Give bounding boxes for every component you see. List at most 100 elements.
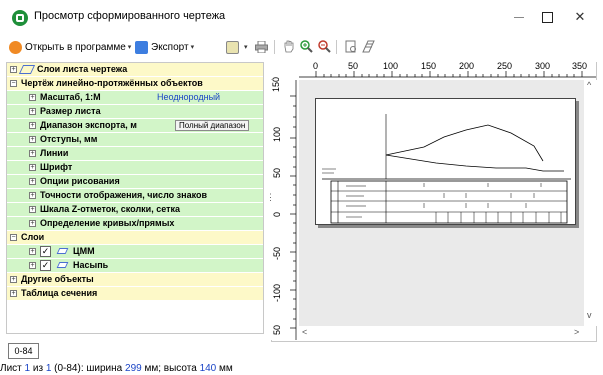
zoom-in-icon[interactable] — [299, 39, 314, 54]
export-button[interactable]: Экспорт ▾ — [135, 39, 194, 55]
expand-icon[interactable]: + — [29, 248, 36, 255]
tree-item-label: Масштаб, 1:М — [40, 92, 101, 102]
chevron-down-icon: ▾ — [190, 44, 195, 51]
ruler-tick-label: 0 — [313, 61, 319, 71]
expand-icon[interactable]: + — [29, 206, 36, 213]
scroll-right-icon[interactable]: > — [574, 327, 579, 337]
zoom-out-icon[interactable] — [317, 39, 332, 54]
ruler-tick-label: 50 — [272, 167, 282, 178]
scroll-down-icon[interactable]: v — [587, 310, 592, 320]
collapse-icon[interactable]: − — [10, 234, 17, 241]
toolbar-divider — [336, 40, 337, 54]
ruler-tick-label: -50 — [272, 246, 282, 260]
vertical-ruler: 150 100 50 0 -50 -100 50 — [271, 76, 298, 340]
status-height-value: 140 — [199, 363, 217, 374]
panel-splitter[interactable]: ⋮ — [266, 193, 275, 209]
expand-icon[interactable]: + — [29, 164, 36, 171]
tree-item-label: ЦММ — [73, 246, 95, 256]
expand-icon[interactable]: + — [10, 276, 17, 283]
ruler-tick-label: 150 — [271, 76, 281, 92]
open-in-program-label: Открыть в программе — [25, 41, 126, 53]
tree-item-linear-drawing[interactable]: − Чертёж линейно-протяжённых объектов — [7, 77, 263, 90]
export-label: Экспорт — [151, 41, 189, 53]
tree-item-label: Шкала Z-отметок, сколки, сетка — [40, 204, 181, 214]
tree-item-sheet-layers[interactable]: + Слои листа чертежа — [7, 63, 263, 76]
expand-icon[interactable]: + — [29, 262, 36, 269]
surface-icon — [56, 262, 69, 268]
tree-item-export-range[interactable]: + Диапазон экспорта, м Полный диапазон — [7, 119, 263, 132]
grid-icon[interactable] — [361, 39, 376, 54]
tree-item-label: Слои — [21, 232, 45, 242]
property-tree: + Слои листа чертежа − Чертёж линейно-пр… — [6, 62, 264, 334]
vertical-scrollbar[interactable]: ^ v — [584, 80, 597, 326]
status-unit: мм — [216, 363, 233, 374]
tree-item-curve-detection[interactable]: + Определение кривых/прямых — [7, 217, 263, 230]
tree-item-label: Другие объекты — [21, 274, 94, 284]
sheet-tab[interactable]: 0-84 — [8, 343, 39, 359]
tree-item-label: Точности отображения, число знаков — [40, 190, 207, 200]
status-prefix: Лист — [0, 363, 25, 374]
tree-item-sheet-size[interactable]: + Размер листа — [7, 105, 263, 118]
ruler-tick-label: 0 — [272, 211, 282, 217]
layer-visibility-checkbox[interactable]: ✓ — [40, 246, 51, 257]
expand-icon[interactable]: + — [29, 150, 36, 157]
ruler-tick-label: 100 — [272, 126, 282, 142]
title-bar: Просмотр сформированного чертежа ✕ — [0, 0, 603, 34]
tree-item-indents[interactable]: + Отступы, мм — [7, 133, 263, 146]
tree-item-layers[interactable]: − Слои — [7, 231, 263, 244]
status-width-value: 299 — [125, 363, 142, 374]
tree-item-label: Слои листа чертежа — [37, 64, 128, 74]
tree-item-font[interactable]: + Шрифт — [7, 161, 263, 174]
close-button[interactable]: ✕ — [560, 6, 600, 28]
app-icon — [12, 10, 28, 26]
expand-icon[interactable]: + — [29, 220, 36, 227]
tree-item-lines[interactable]: + Линии — [7, 147, 263, 160]
expand-icon[interactable]: + — [29, 192, 36, 199]
print-icon[interactable] — [254, 39, 269, 54]
chevron-down-icon: ▾ — [127, 44, 132, 51]
expand-icon[interactable]: + — [29, 136, 36, 143]
hand-icon[interactable] — [281, 39, 296, 54]
toolbar: Открыть в программе ▾ Экспорт ▾ ▾ — [0, 36, 603, 58]
expand-icon[interactable]: + — [29, 122, 36, 129]
tree-item-layer-embankment[interactable]: + ✓ Насыпь — [7, 259, 263, 272]
tree-item-section-table[interactable]: + Таблица сечения — [7, 287, 263, 300]
scale-value[interactable]: Неоднородный — [157, 91, 220, 104]
ruler-tick-label: 300 — [535, 61, 551, 71]
brush-icon — [226, 40, 239, 54]
tree-item-label: Диапазон экспорта, м — [40, 120, 137, 130]
tree-item-label: Таблица сечения — [21, 288, 98, 298]
scroll-up-icon[interactable]: ^ — [587, 80, 591, 90]
tree-item-layer-cmm[interactable]: + ✓ ЦММ — [7, 245, 263, 258]
scroll-left-icon[interactable]: < — [302, 327, 307, 337]
layer-visibility-checkbox[interactable]: ✓ — [40, 260, 51, 271]
tree-item-scale[interactable]: + Масштаб, 1:М Неоднородный — [7, 91, 263, 104]
status-bar: Лист 1 из 1 (0-84): ширина 299 мм; высот… — [0, 363, 603, 375]
expand-icon[interactable]: + — [10, 66, 17, 73]
expand-icon[interactable]: + — [29, 178, 36, 185]
expand-icon[interactable]: + — [29, 94, 36, 101]
ruler-tick-label: 100 — [383, 61, 399, 71]
tree-item-label: Линии — [40, 148, 69, 158]
tree-item-precision[interactable]: + Точности отображения, число знаков — [7, 189, 263, 202]
export-icon — [135, 40, 148, 54]
expand-icon[interactable]: + — [10, 290, 17, 297]
tree-item-draw-options[interactable]: + Опции рисования — [7, 175, 263, 188]
ruler-tick-label: 200 — [459, 61, 475, 71]
horizontal-scrollbar[interactable]: < > — [299, 326, 584, 340]
export-range-value-button[interactable]: Полный диапазон — [175, 120, 250, 131]
tree-item-z-scale[interactable]: + Шкала Z-отметок, сколки, сетка — [7, 203, 263, 216]
expand-icon[interactable]: + — [29, 108, 36, 115]
ruler-tick-label: 250 — [497, 61, 513, 71]
brush-button[interactable]: ▾ — [226, 39, 248, 55]
drawing-sheet — [315, 98, 576, 225]
chevron-down-icon: ▾ — [244, 44, 248, 51]
collapse-icon[interactable]: − — [10, 80, 17, 87]
status-range: (0-84) — [51, 363, 81, 374]
ruler-tick-label: 50 — [348, 61, 359, 71]
tree-item-other-objects[interactable]: + Другие объекты — [7, 273, 263, 286]
open-in-program-button[interactable]: Открыть в программе ▾ — [9, 39, 131, 55]
tree-item-label: Насыпь — [73, 260, 109, 270]
open-icon — [9, 40, 22, 54]
page-icon[interactable] — [343, 39, 358, 54]
